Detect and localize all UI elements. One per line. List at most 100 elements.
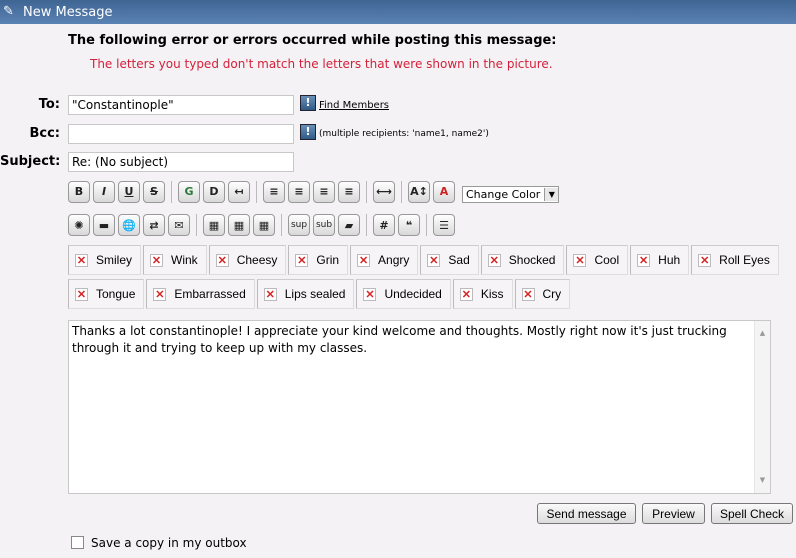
- toolbar-separator: [401, 180, 402, 203]
- smiley-row-1: ✕ Smiley ✕ Wink ✕ Cheesy ✕ Grin ✕ Angry ✕ Sad ✕ Shock…: [68, 245, 781, 275]
- smiley-kiss[interactable]: ✕ Kiss: [452, 279, 513, 309]
- message-textarea[interactable]: Thanks a lot constantinople! I appreciat…: [68, 320, 771, 494]
- align-right-button[interactable]: ≡: [338, 180, 360, 203]
- bcc-address-book-icon[interactable]: !: [300, 124, 316, 140]
- smiley-huh[interactable]: ✕ Huh: [630, 245, 690, 275]
- toolbar-separator: [426, 214, 427, 236]
- align-left-icon: ≡: [294, 185, 304, 198]
- align-center-button[interactable]: ≡: [313, 180, 335, 203]
- shadow-button[interactable]: D: [203, 180, 225, 203]
- smiley-cheesy[interactable]: ✕ Cheesy: [208, 245, 287, 275]
- find-members-link[interactable]: Find Members: [319, 100, 389, 111]
- underline-icon: U: [124, 185, 134, 198]
- send-message-button[interactable]: Send message: [537, 503, 636, 524]
- align-right-icon: ≡: [344, 185, 354, 198]
- underline-button[interactable]: U: [118, 180, 140, 203]
- superscript-icon: sup: [290, 220, 308, 230]
- ftp-button[interactable]: ⇄: [143, 214, 165, 236]
- hyperlink-button[interactable]: 🌐: [118, 214, 140, 236]
- table-button[interactable]: ▦: [203, 214, 225, 236]
- preview-button[interactable]: Preview: [642, 503, 705, 524]
- table-row-button[interactable]: ▦: [228, 214, 250, 236]
- toolbar-separator: [171, 180, 172, 203]
- smiley-undecided[interactable]: ✕ Undecided: [356, 279, 451, 309]
- save-copy-label: Save a copy in my outbox: [91, 536, 247, 550]
- teletype-icon: ▰: [344, 218, 354, 232]
- app-icon: ✎: [3, 4, 14, 19]
- smiley-wink[interactable]: ✕ Wink: [143, 245, 207, 275]
- toolbar-separator: [196, 214, 197, 236]
- subscript-button[interactable]: sub: [313, 214, 335, 236]
- teletype-button[interactable]: ▰: [338, 214, 360, 236]
- spell-check-button[interactable]: Spell Check: [711, 503, 793, 524]
- table-row-icon: ▦: [233, 218, 245, 232]
- list-icon: ☰: [439, 218, 449, 232]
- broken-image-icon: ✕: [487, 253, 501, 267]
- smiley-embarrassed[interactable]: ✕ Embarrassed: [146, 279, 255, 309]
- broken-image-icon: ✕: [153, 287, 167, 301]
- toolbar-separator: [366, 214, 367, 236]
- smiley-roll-eyes[interactable]: ✕ Roll Eyes: [691, 245, 779, 275]
- to-input[interactable]: [68, 95, 294, 115]
- preformatted-button[interactable]: ≡: [263, 180, 285, 203]
- smiley-shocked[interactable]: ✕ Shocked: [480, 245, 565, 275]
- font-size-icon: A↕: [410, 185, 428, 198]
- strikethrough-button[interactable]: S: [143, 180, 165, 203]
- smiley-label: Embarrassed: [174, 287, 246, 301]
- bcc-label: Bcc:: [29, 126, 60, 141]
- font-face-button[interactable]: A: [433, 180, 455, 203]
- image-button[interactable]: ▬: [93, 214, 115, 236]
- bold-icon: B: [74, 185, 84, 198]
- move-button[interactable]: ↤: [228, 180, 250, 203]
- toolbar-separator: [366, 180, 367, 203]
- bold-button[interactable]: B: [68, 180, 90, 203]
- horizontal-rule-button[interactable]: ⟷: [373, 180, 395, 203]
- smiley-label: Cool: [594, 253, 620, 267]
- smiley-label: Tongue: [96, 287, 136, 301]
- bcc-input[interactable]: [68, 124, 294, 144]
- smiley-angry[interactable]: ✕ Angry: [350, 245, 419, 275]
- smiley-sad[interactable]: ✕ Sad: [420, 245, 479, 275]
- smiley-label: Cry: [542, 287, 562, 301]
- superscript-button[interactable]: sup: [288, 214, 310, 236]
- hyperlink-icon: 🌐: [122, 218, 136, 232]
- italic-button[interactable]: I: [93, 180, 115, 203]
- smiley-label: Sad: [448, 253, 470, 267]
- save-copy-checkbox[interactable]: [71, 536, 84, 549]
- smiley-lips-sealed[interactable]: ✕ Lips sealed: [256, 279, 355, 309]
- chevron-down-icon: ▼: [544, 188, 559, 201]
- smiley-grin[interactable]: ✕ Grin: [288, 245, 349, 275]
- smiley-cool[interactable]: ✕ Cool: [566, 245, 629, 275]
- broken-image-icon: ✕: [263, 287, 277, 301]
- broken-image-icon: ✕: [295, 253, 309, 267]
- smiley-label: Lips sealed: [284, 287, 346, 301]
- code-button[interactable]: #: [373, 214, 395, 236]
- email-button[interactable]: ✉: [168, 214, 190, 236]
- horizontal-rule-icon: ⟷: [376, 185, 392, 198]
- quote-button[interactable]: ❝: [398, 214, 420, 236]
- scrollbar[interactable]: ▲ ▼: [754, 321, 770, 493]
- table-column-button[interactable]: ▦: [253, 214, 275, 236]
- flash-button[interactable]: ✺: [68, 214, 90, 236]
- preformatted-icon: ≡: [269, 185, 279, 198]
- smiley-tongue[interactable]: ✕ Tongue: [68, 279, 145, 309]
- smiley-label: Angry: [378, 253, 410, 267]
- glow-button[interactable]: G: [178, 180, 200, 203]
- list-button[interactable]: ☰: [433, 214, 455, 236]
- glow-icon: G: [184, 185, 194, 198]
- font-size-button[interactable]: A↕: [408, 180, 430, 203]
- smiley-label: Huh: [658, 253, 681, 267]
- smiley-smiley[interactable]: ✕ Smiley: [68, 245, 142, 275]
- smiley-cry[interactable]: ✕ Cry: [514, 279, 571, 309]
- subject-input[interactable]: [68, 152, 294, 172]
- address-book-icon[interactable]: !: [300, 95, 316, 111]
- broken-image-icon: ✕: [75, 253, 88, 267]
- error-message: The letters you typed don't match the le…: [90, 57, 553, 71]
- change-color-select[interactable]: Change Color ▼: [462, 186, 560, 203]
- format-toolbar: B I U S G D ↤ ≡ ≡ ≡ ≡ ⟷ A↕ A Change Color ▼: [68, 180, 560, 203]
- align-left-button[interactable]: ≡: [288, 180, 310, 203]
- title-bar: ✎ New Message: [0, 0, 796, 24]
- change-color-label: Change Color: [466, 188, 541, 201]
- code-icon: #: [379, 218, 389, 232]
- broken-image-icon: ✕: [637, 253, 651, 267]
